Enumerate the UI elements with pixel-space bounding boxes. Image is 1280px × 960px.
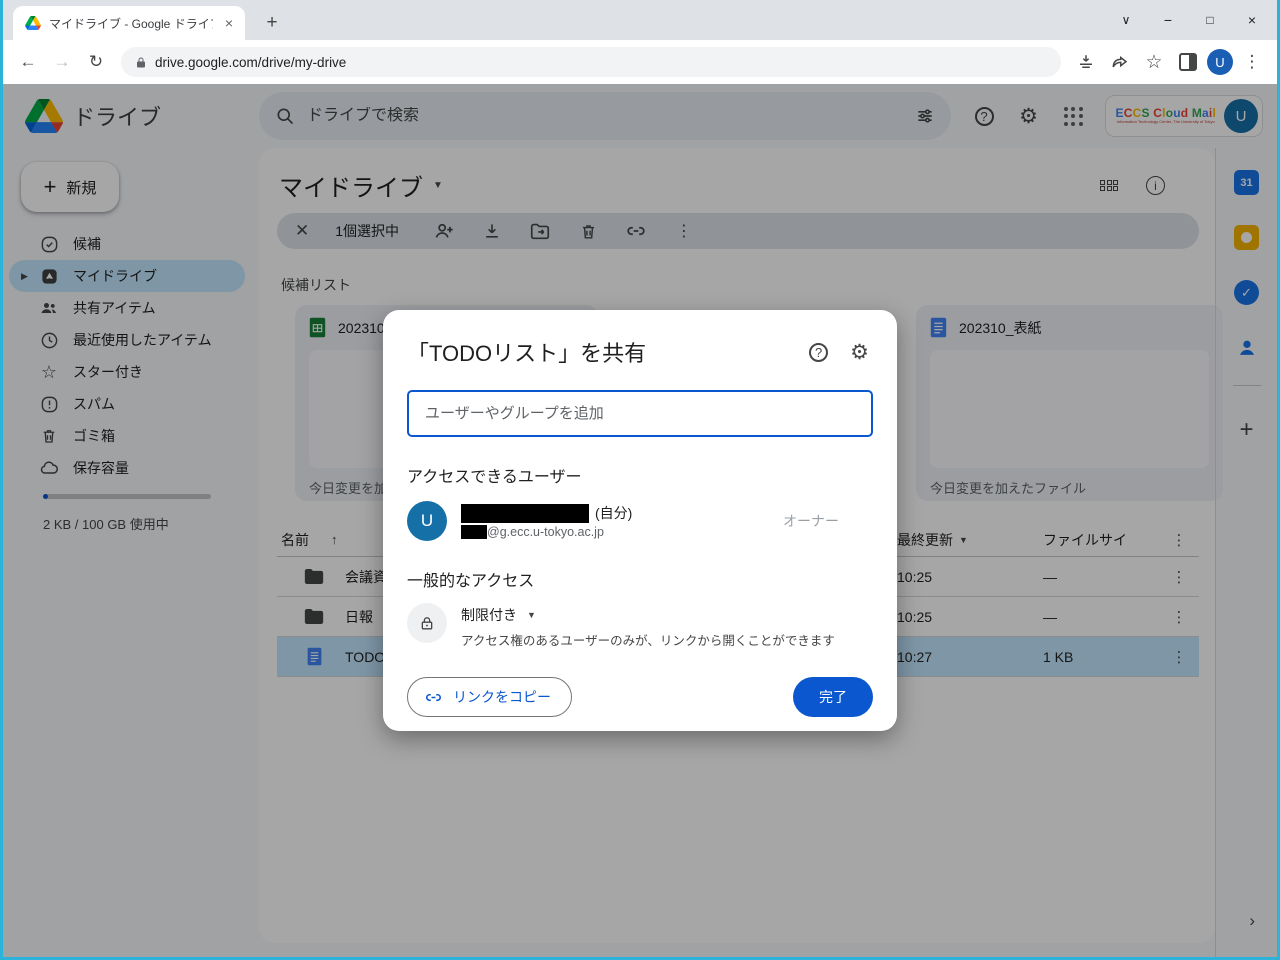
link-icon <box>424 688 443 707</box>
owner-row[interactable]: U (自分) @g.ecc.u-tokyo.ac.jp オーナー <box>407 501 873 541</box>
general-access-row: 制限付き ▼ アクセス権のあるユーザーのみが、リンクから開くことができます <box>407 603 873 649</box>
owner-email-suffix: @g.ecc.u-tokyo.ac.jp <box>487 525 604 539</box>
share-settings-gear-icon[interactable]: ⚙ <box>850 340 869 365</box>
screen: マイドライブ - Google ドライブ × + ∨ − □ × ← → ↻ d… <box>0 0 1280 960</box>
back-icon[interactable]: ← <box>13 47 43 77</box>
general-access-heading: 一般的なアクセス <box>407 573 535 590</box>
owner-role-label: オーナー <box>783 513 839 529</box>
redacted-owner-name <box>461 503 589 523</box>
owner-self-label: (自分) <box>595 505 633 521</box>
copy-link-label: リンクをコピー <box>453 689 551 705</box>
drive-favicon <box>25 16 41 30</box>
share-dialog: 「TODOリスト」を共有 ? ⚙ アクセスできるユーザー U (自分) <box>383 310 897 731</box>
window-minimize-icon[interactable]: − <box>1147 5 1189 35</box>
done-button[interactable]: 完了 <box>793 677 873 717</box>
share-help-icon[interactable]: ? <box>809 342 829 362</box>
address-bar[interactable]: drive.google.com/drive/my-drive <box>121 47 1061 77</box>
share-dialog-title: 「TODOリスト」を共有 <box>407 341 647 366</box>
new-tab-button[interactable]: + <box>259 10 285 36</box>
redacted-owner-email <box>461 525 487 539</box>
tab-title: マイドライブ - Google ドライブ <box>49 16 213 31</box>
tab-close-icon[interactable]: × <box>221 15 237 31</box>
side-panel-icon[interactable] <box>1173 47 1203 77</box>
access-level-dropdown[interactable]: 制限付き ▼ <box>461 603 835 625</box>
browser-tab[interactable]: マイドライブ - Google ドライブ × <box>13 6 245 40</box>
tls-lock-icon <box>135 56 147 69</box>
lock-icon <box>407 603 447 643</box>
url-text: drive.google.com/drive/my-drive <box>155 54 347 70</box>
reload-icon[interactable]: ↻ <box>81 47 111 77</box>
browser-navbar: ← → ↻ drive.google.com/drive/my-drive ☆ … <box>3 40 1277 84</box>
browser-menu-icon[interactable]: ⋮ <box>1237 47 1267 77</box>
owner-avatar: U <box>407 501 447 541</box>
window-close-icon[interactable]: × <box>1231 5 1273 35</box>
access-description: アクセス権のあるユーザーのみが、リンクから開くことができます <box>461 634 835 648</box>
access-level-label: 制限付き <box>461 607 517 623</box>
access-caret-down-icon: ▼ <box>527 610 536 620</box>
browser-avatar[interactable]: U <box>1207 49 1233 75</box>
install-download-icon[interactable] <box>1071 47 1101 77</box>
add-people-input[interactable] <box>407 390 873 437</box>
people-with-access-heading: アクセスできるユーザー <box>407 469 582 486</box>
browser-tabstrip: マイドライブ - Google ドライブ × + ∨ − □ × <box>3 0 1277 40</box>
window-menu-chevron-icon[interactable]: ∨ <box>1105 5 1147 35</box>
copy-link-button[interactable]: リンクをコピー <box>407 677 572 717</box>
window-maximize-icon[interactable]: □ <box>1189 5 1231 35</box>
forward-icon[interactable]: → <box>47 47 77 77</box>
share-icon[interactable] <box>1105 47 1135 77</box>
bookmark-star-icon[interactable]: ☆ <box>1139 47 1169 77</box>
drive-app: ドライブ ? ⚙ <box>3 84 1277 957</box>
